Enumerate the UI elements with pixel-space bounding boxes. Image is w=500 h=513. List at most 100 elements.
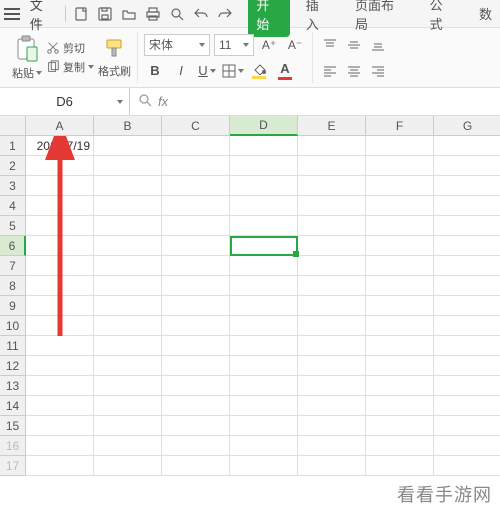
cell-A9[interactable]: [26, 296, 94, 316]
open-icon[interactable]: [120, 5, 138, 23]
cell-C3[interactable]: [162, 176, 230, 196]
cell-A10[interactable]: [26, 316, 94, 336]
cell-E3[interactable]: [298, 176, 366, 196]
cell-A16[interactable]: [26, 436, 94, 456]
cell-G7[interactable]: [434, 256, 500, 276]
cell-C7[interactable]: [162, 256, 230, 276]
cell-D9[interactable]: [230, 296, 298, 316]
row-header-9[interactable]: 9: [0, 296, 26, 316]
row-header-16[interactable]: 16: [0, 436, 26, 456]
font-size-combo[interactable]: 11: [214, 34, 254, 56]
row-header-10[interactable]: 10: [0, 316, 26, 336]
cell-C11[interactable]: [162, 336, 230, 356]
fill-color-button[interactable]: [248, 60, 270, 82]
tab-data[interactable]: 数: [471, 0, 500, 27]
cell-C1[interactable]: [162, 136, 230, 156]
fx-label[interactable]: fx: [158, 94, 168, 109]
cell-D8[interactable]: [230, 276, 298, 296]
cell-D11[interactable]: [230, 336, 298, 356]
row-header-2[interactable]: 2: [0, 156, 26, 176]
cell-F4[interactable]: [366, 196, 434, 216]
cell-A17[interactable]: [26, 456, 94, 476]
format-painter-button[interactable]: 格式刷: [98, 37, 131, 79]
cell-C4[interactable]: [162, 196, 230, 216]
cell-G8[interactable]: [434, 276, 500, 296]
cell-E9[interactable]: [298, 296, 366, 316]
cell-E11[interactable]: [298, 336, 366, 356]
cell-D1[interactable]: [230, 136, 298, 156]
cell-B13[interactable]: [94, 376, 162, 396]
cell-G15[interactable]: [434, 416, 500, 436]
cell-C15[interactable]: [162, 416, 230, 436]
name-box[interactable]: D6: [0, 88, 130, 115]
fill-handle[interactable]: [293, 251, 299, 257]
align-right-button[interactable]: [367, 60, 389, 82]
bold-button[interactable]: B: [144, 60, 166, 82]
cell-A13[interactable]: [26, 376, 94, 396]
decrease-font-button[interactable]: A⁻: [284, 34, 306, 56]
cell-B4[interactable]: [94, 196, 162, 216]
column-header-A[interactable]: A: [26, 116, 94, 136]
font-color-button[interactable]: A: [274, 60, 296, 82]
paste-button[interactable]: 粘贴: [12, 35, 42, 81]
cell-F3[interactable]: [366, 176, 434, 196]
column-header-E[interactable]: E: [298, 116, 366, 136]
cell-G9[interactable]: [434, 296, 500, 316]
cell-E6[interactable]: [298, 236, 366, 256]
cell-D6[interactable]: [230, 236, 298, 256]
cell-G13[interactable]: [434, 376, 500, 396]
cell-C17[interactable]: [162, 456, 230, 476]
menu-hamburger-icon[interactable]: [4, 7, 20, 21]
cell-E8[interactable]: [298, 276, 366, 296]
cell-G5[interactable]: [434, 216, 500, 236]
row-header-12[interactable]: 12: [0, 356, 26, 376]
row-header-13[interactable]: 13: [0, 376, 26, 396]
cell-A8[interactable]: [26, 276, 94, 296]
new-file-icon[interactable]: [72, 5, 90, 23]
cut-button[interactable]: 剪切: [46, 40, 94, 56]
row-header-5[interactable]: 5: [0, 216, 26, 236]
redo-icon[interactable]: [216, 5, 234, 23]
border-button[interactable]: [222, 60, 244, 82]
cell-C8[interactable]: [162, 276, 230, 296]
cell-C13[interactable]: [162, 376, 230, 396]
formula-input[interactable]: [174, 94, 492, 109]
cell-A6[interactable]: [26, 236, 94, 256]
row-header-15[interactable]: 15: [0, 416, 26, 436]
cell-G4[interactable]: [434, 196, 500, 216]
cell-B2[interactable]: [94, 156, 162, 176]
row-header-4[interactable]: 4: [0, 196, 26, 216]
cell-E14[interactable]: [298, 396, 366, 416]
cell-B17[interactable]: [94, 456, 162, 476]
cell-G11[interactable]: [434, 336, 500, 356]
cell-E13[interactable]: [298, 376, 366, 396]
align-middle-button[interactable]: [343, 34, 365, 56]
copy-button[interactable]: 复制: [46, 59, 94, 75]
column-header-B[interactable]: B: [94, 116, 162, 136]
italic-button[interactable]: I: [170, 60, 192, 82]
select-all-corner[interactable]: [0, 116, 26, 136]
cell-F1[interactable]: [366, 136, 434, 156]
cell-D16[interactable]: [230, 436, 298, 456]
cell-G3[interactable]: [434, 176, 500, 196]
cell-F10[interactable]: [366, 316, 434, 336]
align-left-button[interactable]: [319, 60, 341, 82]
undo-icon[interactable]: [192, 5, 210, 23]
cell-C6[interactable]: [162, 236, 230, 256]
cell-D2[interactable]: [230, 156, 298, 176]
cell-E2[interactable]: [298, 156, 366, 176]
cell-B6[interactable]: [94, 236, 162, 256]
cell-E15[interactable]: [298, 416, 366, 436]
cell-C16[interactable]: [162, 436, 230, 456]
cell-E5[interactable]: [298, 216, 366, 236]
cell-D5[interactable]: [230, 216, 298, 236]
cell-A7[interactable]: [26, 256, 94, 276]
cell-B9[interactable]: [94, 296, 162, 316]
column-header-D[interactable]: D: [230, 116, 298, 136]
cancel-formula-icon[interactable]: [138, 93, 152, 110]
cell-A3[interactable]: [26, 176, 94, 196]
row-header-8[interactable]: 8: [0, 276, 26, 296]
cell-B15[interactable]: [94, 416, 162, 436]
cell-B11[interactable]: [94, 336, 162, 356]
cell-D3[interactable]: [230, 176, 298, 196]
